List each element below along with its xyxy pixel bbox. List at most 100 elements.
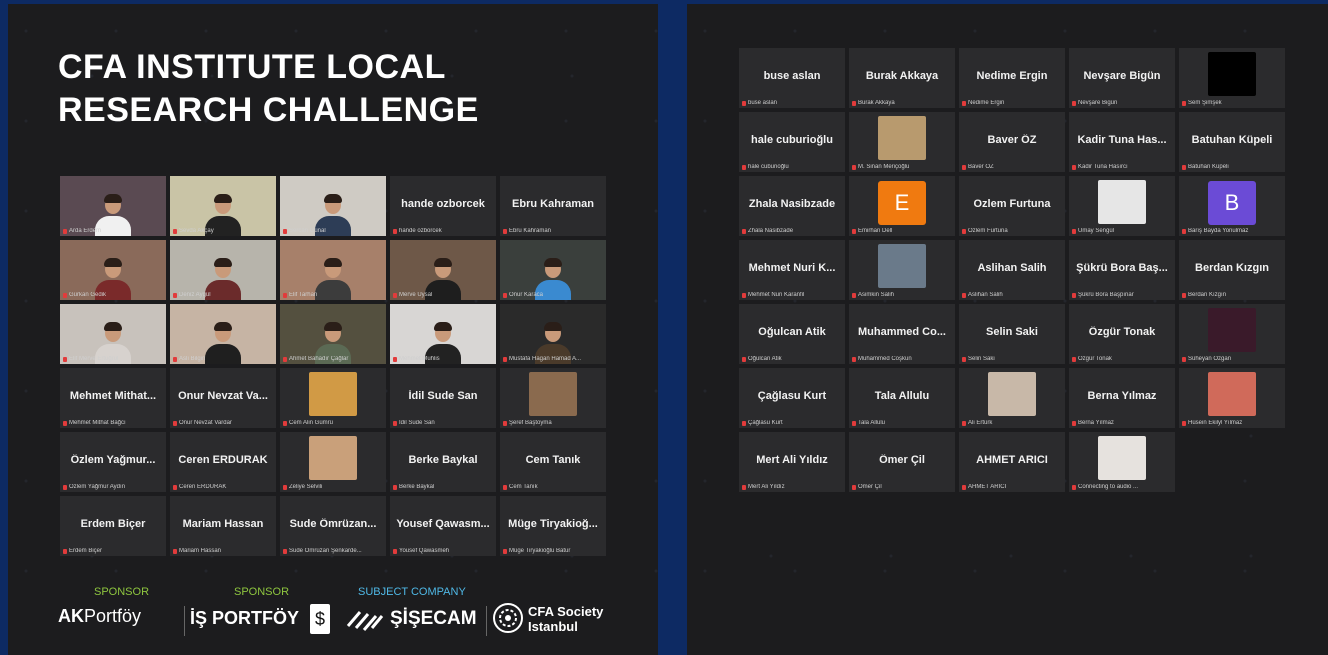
participant-tile[interactable]: Ali Ertürk bbox=[959, 368, 1065, 428]
participant-name-label: Batuhan Küpeli bbox=[1182, 164, 1283, 170]
participant-tile[interactable]: Özgür Tonak Özgür Tonak bbox=[1069, 304, 1175, 364]
participant-tile[interactable]: Mehmet Mithat... Mehmet Mithat Bağcı bbox=[60, 368, 166, 428]
participant-tile[interactable]: Sem Şimşek bbox=[1179, 48, 1285, 108]
participant-tile[interactable]: Süheyan Özgan bbox=[1179, 304, 1285, 364]
participant-tile[interactable]: hande ozborcek hande ozborcek bbox=[390, 176, 496, 236]
participant-name-label: Mert Ali Yıldız bbox=[742, 484, 843, 490]
participant-tile[interactable]: Kadir Tuna Has... Kadir Tuna Hasırcı bbox=[1069, 112, 1175, 172]
participant-display-name: Ceren ERDURAK bbox=[178, 454, 268, 466]
participant-name-text: Cem Tanık bbox=[509, 484, 538, 490]
mic-muted-icon bbox=[742, 164, 746, 170]
participant-name-label: Selin Saki bbox=[962, 356, 1063, 362]
participant-tile[interactable]: İdil Sude San İdil Sude San bbox=[390, 368, 496, 428]
participant-tile[interactable]: Connecting to audio ... bbox=[1069, 432, 1175, 492]
participant-tile[interactable]: Muhammed Co... Muhammed Coşkun bbox=[849, 304, 955, 364]
participant-tile[interactable]: Cem Alin Gümrü bbox=[280, 368, 386, 428]
mic-muted-icon bbox=[1072, 228, 1076, 234]
participant-tile[interactable]: Mehmet Muhlis bbox=[390, 304, 496, 364]
cfa-society-line2: Istanbul bbox=[528, 619, 578, 634]
participant-name-text: Onur Karaca bbox=[509, 292, 544, 298]
participant-tile[interactable]: B Barış Bayda Yonulmaz bbox=[1179, 176, 1285, 236]
participant-tile[interactable]: Özlem Yağmur... Özlem Yağmur Aydın bbox=[60, 432, 166, 492]
participant-tile[interactable]: Hüsein Ekilyl Yılmaz bbox=[1179, 368, 1285, 428]
participant-tile[interactable]: Ceren ERDURAK Ceren ERDURAK bbox=[170, 432, 276, 492]
participant-tile[interactable]: Şeref Baştoyma bbox=[500, 368, 606, 428]
mic-muted-icon bbox=[283, 228, 287, 234]
mic-muted-icon bbox=[393, 356, 397, 362]
participant-tile[interactable]: Çağlasu Kurt Çağlasu Kurt bbox=[739, 368, 845, 428]
participant-name-text: AHMET ARICI bbox=[968, 484, 1007, 490]
participant-tile[interactable]: Batuhan Küpeli Batuhan Küpeli bbox=[1179, 112, 1285, 172]
participant-tile[interactable]: Erdem Biçer Erdem Biçer bbox=[60, 496, 166, 556]
participant-tile[interactable]: Mehmet Nuri K... Mehmet Nuri Karanfil bbox=[739, 240, 845, 300]
participant-tile[interactable]: AHMET ARICI AHMET ARICI bbox=[959, 432, 1065, 492]
participant-tile[interactable]: Tala Allulu Tala Allulu bbox=[849, 368, 955, 428]
participant-tile[interactable]: Şükrü Bora Baş... Şükrü Bora Başpınar bbox=[1069, 240, 1175, 300]
participant-tile[interactable]: Yousef Qawasm... Yousef Qawasmeh bbox=[390, 496, 496, 556]
participant-grid-left: Arda Erdem Sevda Akçay Sercan Günal hande o… bbox=[60, 176, 606, 556]
participant-tile[interactable]: Onur Karaca bbox=[500, 240, 606, 300]
participant-name-text: Süheyan Özgan bbox=[1188, 356, 1232, 362]
participant-name-label: Mehmet Mithat Bağcı bbox=[63, 420, 164, 426]
mic-muted-icon bbox=[393, 228, 397, 234]
participant-tile[interactable]: Umay Sengül bbox=[1069, 176, 1175, 236]
participant-tile[interactable]: Elif Tarhan bbox=[280, 240, 386, 300]
mic-muted-icon bbox=[852, 228, 856, 234]
participant-tile[interactable]: M. Sinan Meriçoğlu bbox=[849, 112, 955, 172]
participant-tile[interactable]: Müge Tiryakioğ... Müge Tiryakioğlu Batur bbox=[500, 496, 606, 556]
right-gallery-panel: buse aslan buse aslan Burak Akkaya Burak Ak… bbox=[687, 4, 1328, 655]
participant-tile[interactable]: Sude Ömrüzan... Sude Ömrüzan Şenkarde... bbox=[280, 496, 386, 556]
participant-display-name: Mehmet Nuri K... bbox=[748, 262, 836, 274]
participant-tile[interactable]: hale cuburioğlu hale cuburioğlu bbox=[739, 112, 845, 172]
participant-tile[interactable]: Nedime Ergin Nedime Ergin bbox=[959, 48, 1065, 108]
participant-tile[interactable]: Zeliye Selvili bbox=[280, 432, 386, 492]
participant-name-text: Şeref Baştoyma bbox=[509, 420, 552, 426]
participant-display-name: Şükrü Bora Baş... bbox=[1076, 262, 1168, 274]
participant-name-label: Yousef Qawasmeh bbox=[393, 548, 494, 554]
participant-tile[interactable]: Deniz Aygül bbox=[170, 240, 276, 300]
participant-name-text: Ali Ertürk bbox=[968, 420, 993, 426]
mic-muted-icon bbox=[742, 228, 746, 234]
participant-tile[interactable]: Gürkan Gedik bbox=[60, 240, 166, 300]
participant-tile[interactable]: Berke Baykal Berke Baykal bbox=[390, 432, 496, 492]
participant-tile[interactable]: Mustafa Hagan Hamad A... bbox=[500, 304, 606, 364]
participant-tile[interactable]: E Emirhan Dell bbox=[849, 176, 955, 236]
participant-tile[interactable]: Zhala Nasibzade Zhala Nasibzade bbox=[739, 176, 845, 236]
participant-name-text: Berdan Kızgın bbox=[1188, 292, 1227, 298]
participant-tile[interactable]: Mariam Hassan Mariam Hassan bbox=[170, 496, 276, 556]
mic-muted-icon bbox=[173, 548, 177, 554]
participant-tile[interactable]: Mert Ali Yıldız Mert Ali Yıldız bbox=[739, 432, 845, 492]
participant-tile[interactable]: Burak Akkaya Burak Akkaya bbox=[849, 48, 955, 108]
participant-tile[interactable]: Merve Uysal bbox=[390, 240, 496, 300]
participant-tile[interactable]: Aslı Bilgin bbox=[170, 304, 276, 364]
participant-tile[interactable]: Berdan Kızgın Berdan Kızgın bbox=[1179, 240, 1285, 300]
participant-tile[interactable]: Arda Erdem bbox=[60, 176, 166, 236]
cfa-society-line1: CFA Society bbox=[528, 604, 604, 619]
participant-tile[interactable]: Nevşare Bigün Nevşare Bigün bbox=[1069, 48, 1175, 108]
participant-name-text: Connecting to audio ... bbox=[1078, 484, 1139, 490]
participant-name-label: Mariam Hassan bbox=[173, 548, 274, 554]
participant-tile[interactable]: Cem Tanık Cem Tanık bbox=[500, 432, 606, 492]
participant-tile[interactable]: Ahmet Bahadır Çağlar bbox=[280, 304, 386, 364]
participant-tile[interactable]: Baver ÖZ Baver ÖZ bbox=[959, 112, 1065, 172]
participant-name-label: Sude Ömrüzan Şenkarde... bbox=[283, 548, 384, 554]
participant-display-name: hande ozborcek bbox=[401, 198, 485, 210]
participant-tile[interactable]: Aslihan Salih Aslihan Salih bbox=[959, 240, 1065, 300]
mic-muted-icon bbox=[1072, 164, 1076, 170]
mic-muted-icon bbox=[962, 356, 966, 362]
participant-name-label: Cem Alin Gümrü bbox=[283, 420, 384, 426]
participant-tile[interactable]: Berna Yılmaz Berna Yılmaz bbox=[1069, 368, 1175, 428]
participant-tile[interactable]: Ozlem Furtuna Ozlem Furtuna bbox=[959, 176, 1065, 236]
participant-tile[interactable]: Ömer Çil Ömer Çil bbox=[849, 432, 955, 492]
participant-name-text: Elif Merve Ertuğrul bbox=[69, 356, 119, 362]
participant-tile[interactable]: Asimkin Salih bbox=[849, 240, 955, 300]
participant-tile[interactable]: Selin Saki Selin Saki bbox=[959, 304, 1065, 364]
participant-tile[interactable]: Onur Nevzat Va... Onur Nevzat Vardar bbox=[170, 368, 276, 428]
participant-tile[interactable]: buse aslan buse aslan bbox=[739, 48, 845, 108]
participant-tile[interactable]: Oğulcan Atik Oğulcan Atik bbox=[739, 304, 845, 364]
participant-tile[interactable]: Sevda Akçay bbox=[170, 176, 276, 236]
participant-tile[interactable]: Sercan Günal bbox=[280, 176, 386, 236]
participant-video bbox=[170, 240, 276, 300]
participant-tile[interactable]: Elif Merve Ertuğrul bbox=[60, 304, 166, 364]
participant-tile[interactable]: Ebru Kahraman Ebru Kahraman bbox=[500, 176, 606, 236]
